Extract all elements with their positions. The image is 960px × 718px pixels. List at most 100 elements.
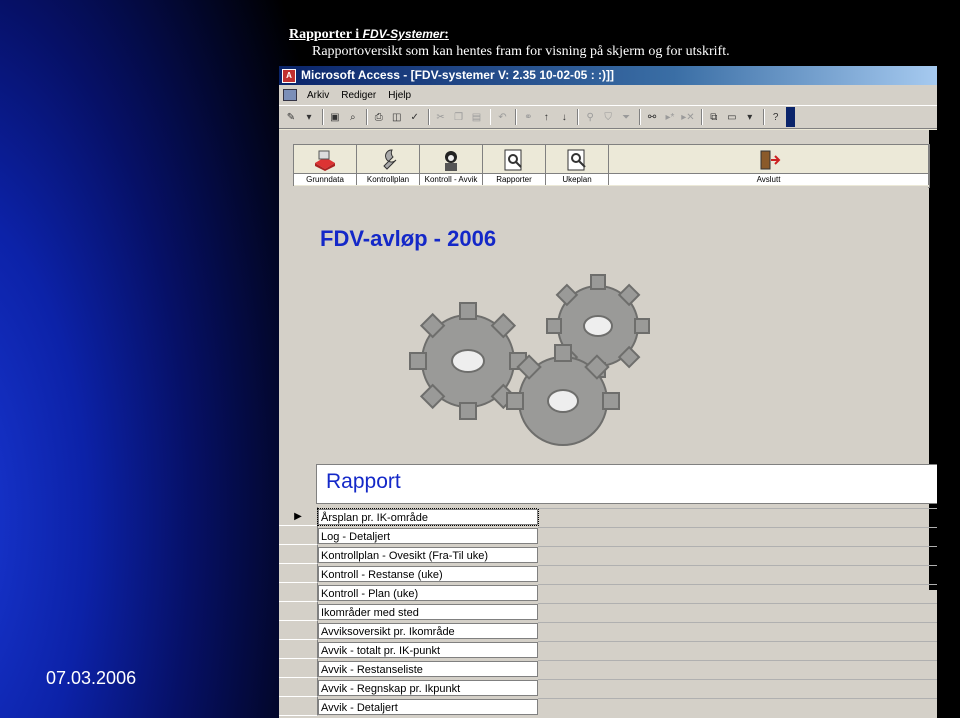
apply-filter-icon[interactable]: ⏷ bbox=[618, 109, 634, 125]
find-icon[interactable]: ⚯ bbox=[644, 109, 660, 125]
nav-button-ukeplan[interactable]: Ukeplan bbox=[546, 145, 609, 185]
form-area: Grunndata Kontrollplan Kontroll - Avvik … bbox=[279, 130, 937, 718]
save-icon[interactable]: ▣ bbox=[327, 109, 343, 125]
report-list-item[interactable]: Avviksoversikt pr. Ikområde bbox=[279, 621, 937, 640]
insert-hyperlink-icon[interactable]: ⚭ bbox=[520, 109, 536, 125]
record-selector[interactable] bbox=[279, 640, 318, 659]
toolbar-separator bbox=[427, 109, 430, 125]
record-selector[interactable] bbox=[279, 545, 318, 564]
exit-door-icon bbox=[757, 148, 781, 172]
record-selector[interactable] bbox=[279, 621, 318, 640]
design-view-icon[interactable]: ✎ bbox=[283, 109, 299, 125]
window-title: Microsoft Access - [FDV-systemer V: 2.35… bbox=[301, 68, 615, 82]
banner: FDV-avløp - 2006 bbox=[293, 186, 928, 446]
form-menu-icon[interactable] bbox=[283, 89, 297, 101]
record-selector[interactable] bbox=[279, 583, 318, 602]
copy-icon[interactable]: ❐ bbox=[451, 109, 467, 125]
row-filler bbox=[538, 564, 937, 583]
new-record-icon[interactable]: ▸* bbox=[662, 109, 678, 125]
report-list-item[interactable]: Kontrollplan - Ovesikt (Fra-Til uke) bbox=[279, 545, 937, 564]
report-list-item[interactable]: ▶ Årsplan pr. IK-område bbox=[279, 507, 937, 526]
nav-button-avslutt[interactable]: Avslutt bbox=[609, 145, 929, 185]
file-search-icon[interactable]: ⌕ bbox=[345, 109, 361, 125]
navigation-bar: Grunndata Kontrollplan Kontroll - Avvik … bbox=[293, 144, 930, 188]
report-list-item[interactable]: Kontroll - Restanse (uke) bbox=[279, 564, 937, 583]
report-name-cell[interactable]: Avvik - Regnskap pr. Ikpunkt bbox=[318, 679, 538, 696]
nav-button-kontroll-avvik[interactable]: Kontroll - Avvik bbox=[420, 145, 483, 185]
toolbar-separator bbox=[489, 109, 492, 125]
report-list-item[interactable]: Avvik - Restanseliste bbox=[279, 659, 937, 678]
new-object-icon[interactable]: ▭ bbox=[724, 109, 740, 125]
row-filler bbox=[538, 602, 937, 621]
help-icon[interactable]: ? bbox=[768, 109, 784, 125]
row-filler bbox=[538, 697, 937, 716]
row-filler bbox=[538, 640, 937, 659]
record-selector[interactable] bbox=[279, 602, 318, 621]
dropdown-arrow-icon[interactable]: ▾ bbox=[742, 109, 758, 125]
sort-descending-icon[interactable]: ↓ bbox=[556, 109, 572, 125]
report-name-cell[interactable]: Avvik - Detaljert bbox=[318, 698, 538, 715]
spelling-icon[interactable]: ✓ bbox=[407, 109, 423, 125]
print-icon[interactable]: ⎙ bbox=[371, 109, 387, 125]
report-name-cell[interactable]: Årsplan pr. IK-område bbox=[317, 507, 539, 526]
report-name-cell[interactable]: Kontroll - Plan (uke) bbox=[318, 584, 538, 601]
nav-label: Avslutt bbox=[609, 173, 928, 185]
record-selector[interactable] bbox=[279, 678, 318, 697]
delete-record-icon[interactable]: ▸✕ bbox=[680, 109, 696, 125]
row-filler bbox=[538, 583, 937, 602]
report-list-item[interactable]: Avvik - Regnskap pr. Ikpunkt bbox=[279, 678, 937, 697]
nav-label: Kontroll - Avvik bbox=[420, 173, 482, 185]
report-name-cell[interactable]: Kontrollplan - Ovesikt (Fra-Til uke) bbox=[318, 546, 538, 563]
row-filler bbox=[538, 621, 937, 640]
sort-ascending-icon[interactable]: ↑ bbox=[538, 109, 554, 125]
report-heading: Rapport bbox=[326, 470, 401, 493]
row-filler bbox=[538, 545, 937, 564]
nav-button-rapporter[interactable]: Rapporter bbox=[483, 145, 546, 185]
record-selector[interactable] bbox=[279, 564, 318, 583]
record-selector-arrow-icon[interactable]: ▶ bbox=[279, 507, 318, 526]
toolbar-separator bbox=[321, 109, 324, 125]
toolbar-overflow-handle[interactable] bbox=[785, 107, 796, 127]
nav-label: Rapporter bbox=[483, 173, 545, 185]
record-selector[interactable] bbox=[279, 526, 318, 545]
record-selector[interactable] bbox=[279, 697, 318, 716]
undo-icon[interactable]: ↶ bbox=[494, 109, 510, 125]
magnifier-icon bbox=[565, 148, 589, 172]
title-prefix: Rapporter i bbox=[289, 27, 360, 42]
title-program: FDV-Systemer bbox=[362, 27, 445, 41]
report-name-cell[interactable]: Avvik - totalt pr. IK-punkt bbox=[318, 641, 538, 658]
report-name-cell[interactable]: Kontroll - Restanse (uke) bbox=[318, 565, 538, 582]
access-window: A Microsoft Access - [FDV-systemer V: 2.… bbox=[279, 66, 937, 718]
filter-by-selection-icon[interactable]: ⚲ bbox=[582, 109, 598, 125]
report-name-cell[interactable]: Avviksoversikt pr. Ikområde bbox=[318, 622, 538, 639]
database-window-icon[interactable]: ⧉ bbox=[706, 109, 722, 125]
report-list-item[interactable]: Avvik - totalt pr. IK-punkt bbox=[279, 640, 937, 659]
report-list-item[interactable]: Ikområder med sted bbox=[279, 602, 937, 621]
window-titlebar[interactable]: A Microsoft Access - [FDV-systemer V: 2.… bbox=[279, 66, 937, 85]
paste-icon[interactable]: ▤ bbox=[469, 109, 485, 125]
report-list-item[interactable]: Avvik - Detaljert bbox=[279, 697, 937, 716]
wrench-icon bbox=[376, 148, 400, 172]
dropdown-arrow-icon[interactable]: ▾ bbox=[301, 109, 317, 125]
report-list-item[interactable]: Kontroll - Plan (uke) bbox=[279, 583, 937, 602]
report-name-cell[interactable]: Log - Detaljert bbox=[318, 527, 538, 544]
report-name-cell[interactable]: Avvik - Restanseliste bbox=[318, 660, 538, 677]
menu-rediger[interactable]: Rediger bbox=[339, 90, 378, 101]
menu-hjelp[interactable]: Hjelp bbox=[386, 90, 413, 101]
nav-button-grunndata[interactable]: Grunndata bbox=[294, 145, 357, 185]
print-preview-icon[interactable]: ◫ bbox=[389, 109, 405, 125]
report-name-cell[interactable]: Ikområder med sted bbox=[318, 603, 538, 620]
toolbar-separator bbox=[700, 109, 703, 125]
record-selector[interactable] bbox=[279, 659, 318, 678]
report-list-item[interactable]: Log - Detaljert bbox=[279, 526, 937, 545]
toolbar-separator bbox=[639, 109, 642, 125]
report-list: ▶ Årsplan pr. IK-område Log - Detaljert … bbox=[279, 507, 937, 716]
filter-by-form-icon[interactable]: ⛉ bbox=[600, 109, 616, 125]
toolbar-separator bbox=[577, 109, 580, 125]
access-app-icon[interactable]: A bbox=[282, 68, 296, 83]
nav-button-kontrollplan[interactable]: Kontrollplan bbox=[357, 145, 420, 185]
menu-arkiv[interactable]: Arkiv bbox=[305, 90, 331, 101]
toolbar-separator bbox=[762, 109, 765, 125]
toolbar-separator bbox=[365, 109, 368, 125]
cut-icon[interactable]: ✂ bbox=[433, 109, 449, 125]
